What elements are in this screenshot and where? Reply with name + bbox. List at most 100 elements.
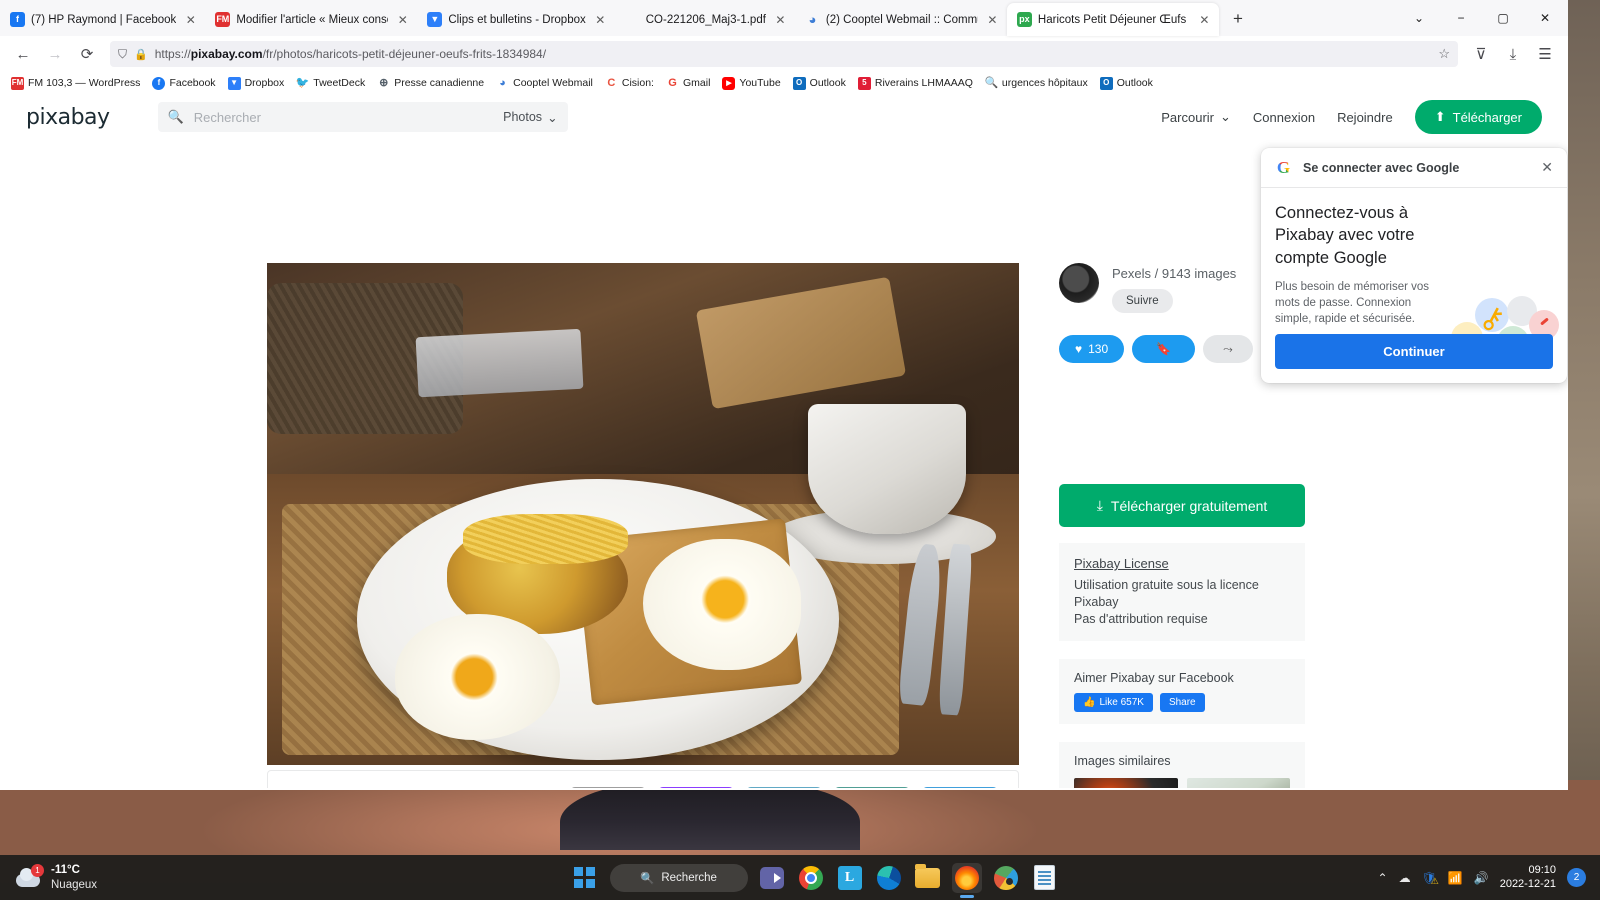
- close-tab-icon[interactable]: ✕: [182, 11, 199, 28]
- edge-icon[interactable]: [874, 863, 904, 893]
- avatar[interactable]: [1059, 263, 1099, 303]
- close-tab-icon[interactable]: ✕: [592, 11, 609, 28]
- filter-option-summer[interactable]: Summer: [746, 787, 822, 788]
- bookmark-star-icon[interactable]: ☆: [1438, 46, 1450, 62]
- similar-images-title: Images similaires: [1074, 753, 1171, 768]
- weather-widget[interactable]: 1 -11°C Nuageux: [0, 863, 250, 892]
- nav-join[interactable]: Rejoindre: [1337, 110, 1393, 125]
- app-menu-icon[interactable]: ☰: [1530, 39, 1560, 69]
- word-document-icon[interactable]: [1030, 863, 1060, 893]
- firefox-icon[interactable]: [951, 862, 982, 898]
- bookmark-item[interactable]: f Facebook: [147, 76, 220, 91]
- windows-taskbar: 1 -11°C Nuageux 🔍 Recherche L ⌃ ☁ 🛡 ⚠ 📶 …: [0, 855, 1600, 900]
- filter-option-greyscale[interactable]: Greyscale: [570, 787, 646, 788]
- similar-image-thumb[interactable]: [1186, 777, 1290, 788]
- license-line-3: Pas d'attribution requise: [1074, 611, 1208, 626]
- forward-button[interactable]: →: [40, 39, 70, 69]
- back-button[interactable]: ←: [8, 39, 38, 69]
- file-explorer-icon[interactable]: [913, 863, 943, 893]
- canva-promo-text: Canva Ready-to-go photo effects Use free…: [288, 785, 544, 788]
- volume-icon[interactable]: 🔊: [1474, 871, 1489, 885]
- downloads-icon[interactable]: ⤓: [1498, 39, 1528, 69]
- browser-tab[interactable]: CO-221206_Maj3-1.pdf ✕: [615, 3, 795, 36]
- nav-browse[interactable]: Parcourir ⌄: [1161, 109, 1231, 125]
- bookmark-label: Cision:: [621, 77, 654, 89]
- new-tab-button[interactable]: +: [1225, 6, 1251, 32]
- like-button[interactable]: ♥ 130: [1059, 335, 1125, 363]
- browser-tab[interactable]: f (7) HP Raymond | Facebook ✕: [0, 3, 205, 36]
- bookmark-item[interactable]: O Outlook: [788, 76, 851, 91]
- facebook-share-button[interactable]: Share: [1159, 692, 1205, 712]
- bookmark-item[interactable]: 🐦 TweetDeck: [291, 76, 370, 91]
- close-tab-icon[interactable]: ✕: [1196, 11, 1213, 28]
- pocket-icon[interactable]: ⊽: [1466, 39, 1496, 69]
- main-photo[interactable]: [267, 263, 1019, 765]
- onedrive-sync-icon[interactable]: ☁: [1399, 871, 1411, 885]
- bookmark-button[interactable]: 🔖: [1132, 335, 1196, 363]
- shield-icon[interactable]: ⛉: [118, 47, 127, 62]
- reload-button[interactable]: ⟳: [72, 39, 102, 69]
- browser-tab[interactable]: ▼ Clips et bulletins - Dropbox ✕: [417, 3, 614, 36]
- windows-start-icon[interactable]: [568, 861, 601, 894]
- filter-option-sola[interactable]: Sola: [922, 787, 998, 788]
- bookmark-item[interactable]: ▼ Dropbox: [223, 76, 290, 91]
- bookmark-item[interactable]: 🔍 urgences hôpitaux: [980, 76, 1093, 91]
- download-label: Télécharger gratuitement: [1110, 497, 1268, 514]
- close-window-button[interactable]: ✕: [1524, 2, 1566, 35]
- bookmark-item[interactable]: ⊕ Presse canadienne: [372, 76, 489, 91]
- bookmark-label: Cooptel Webmail: [513, 77, 593, 89]
- lastpass-icon[interactable]: L: [835, 863, 865, 893]
- notification-center-badge[interactable]: 2: [1566, 868, 1586, 887]
- similar-image-thumb[interactable]: [1074, 777, 1178, 788]
- pixabay-logo[interactable]: pixabay: [26, 105, 110, 130]
- taskbar-search[interactable]: 🔍 Recherche: [609, 863, 748, 892]
- teams-icon[interactable]: [757, 863, 787, 893]
- license-link[interactable]: Pixabay License: [1074, 556, 1290, 571]
- browser-tab-active[interactable]: px Haricots Petit Déjeuner Œufs Fri ✕: [1006, 3, 1219, 36]
- dropbox-icon: ▼: [227, 76, 241, 90]
- search-bar[interactable]: 🔍 Photos ⌄: [157, 102, 568, 132]
- follow-button[interactable]: Suivre: [1112, 289, 1173, 313]
- bookmark-item[interactable]: FM FM 103,3 — WordPress: [6, 76, 145, 91]
- bookmark-item[interactable]: O Outlook: [1095, 76, 1158, 91]
- search-type-selector[interactable]: Photos ⌄: [493, 110, 557, 125]
- bookmark-label: urgences hôpitaux: [1001, 77, 1088, 89]
- window-controls: ⌄ − ▢ ✕: [1398, 0, 1568, 36]
- filter-option-retro[interactable]: Retro: [834, 787, 910, 788]
- chrome-icon[interactable]: [796, 863, 826, 893]
- close-tab-icon[interactable]: ✕: [772, 11, 789, 28]
- photo-bread-slices: [695, 276, 906, 410]
- address-bar[interactable]: ⛉ 🔒 https://pixabay.com/fr/photos/harico…: [110, 41, 1458, 67]
- upload-button[interactable]: ⬆ Télécharger: [1414, 100, 1542, 134]
- filter-option-afterglow[interactable]: Afterglow: [658, 787, 734, 788]
- nav-login[interactable]: Connexion: [1253, 110, 1315, 125]
- close-icon[interactable]: ✕: [1541, 159, 1553, 176]
- author-name[interactable]: Pexels / 9143 images: [1112, 263, 1236, 281]
- bookmark-item[interactable]: ◕ Cooptel Webmail: [491, 76, 598, 91]
- tab-list-dropdown-icon[interactable]: ⌄: [1398, 2, 1440, 35]
- google-continue-button[interactable]: Continuer: [1275, 334, 1553, 369]
- gmail-icon: G: [668, 76, 677, 89]
- search-input[interactable]: [193, 109, 484, 125]
- close-tab-icon[interactable]: ✕: [394, 11, 411, 28]
- browser-tab[interactable]: FM Modifier l'article « Mieux consc ✕: [205, 3, 417, 36]
- chevron-up-icon[interactable]: ⌃: [1378, 871, 1388, 885]
- security-warning-icon[interactable]: 🛡 ⚠: [1422, 871, 1439, 886]
- facebook-like-button[interactable]: 👍 Like 657K: [1074, 692, 1153, 712]
- wifi-icon[interactable]: 📶: [1448, 871, 1463, 885]
- share-button[interactable]: ⤳: [1203, 335, 1253, 363]
- browser-tab[interactable]: ◕ (2) Cooptel Webmail :: Commu ✕: [795, 3, 1007, 36]
- bookmark-item[interactable]: 5 Riverains LHMAAAQ: [853, 76, 978, 91]
- url-text[interactable]: https://pixabay.com/fr/photos/haricots-p…: [155, 47, 1432, 61]
- bookmark-item[interactable]: G Gmail: [661, 76, 715, 91]
- clock[interactable]: 09:10 2022-12-21: [1500, 864, 1556, 892]
- paint-icon[interactable]: [991, 863, 1021, 893]
- maximize-button[interactable]: ▢: [1482, 2, 1524, 35]
- lock-icon[interactable]: 🔒: [134, 48, 148, 61]
- bookmark-item[interactable]: ▶ YouTube: [717, 76, 785, 91]
- download-free-button[interactable]: ⤓ Télécharger gratuitement: [1059, 484, 1305, 527]
- bookmark-item[interactable]: C Cision:: [600, 76, 659, 91]
- youtube-icon: ▶: [722, 76, 736, 90]
- close-tab-icon[interactable]: ✕: [984, 11, 1001, 28]
- minimize-button[interactable]: −: [1440, 2, 1482, 35]
